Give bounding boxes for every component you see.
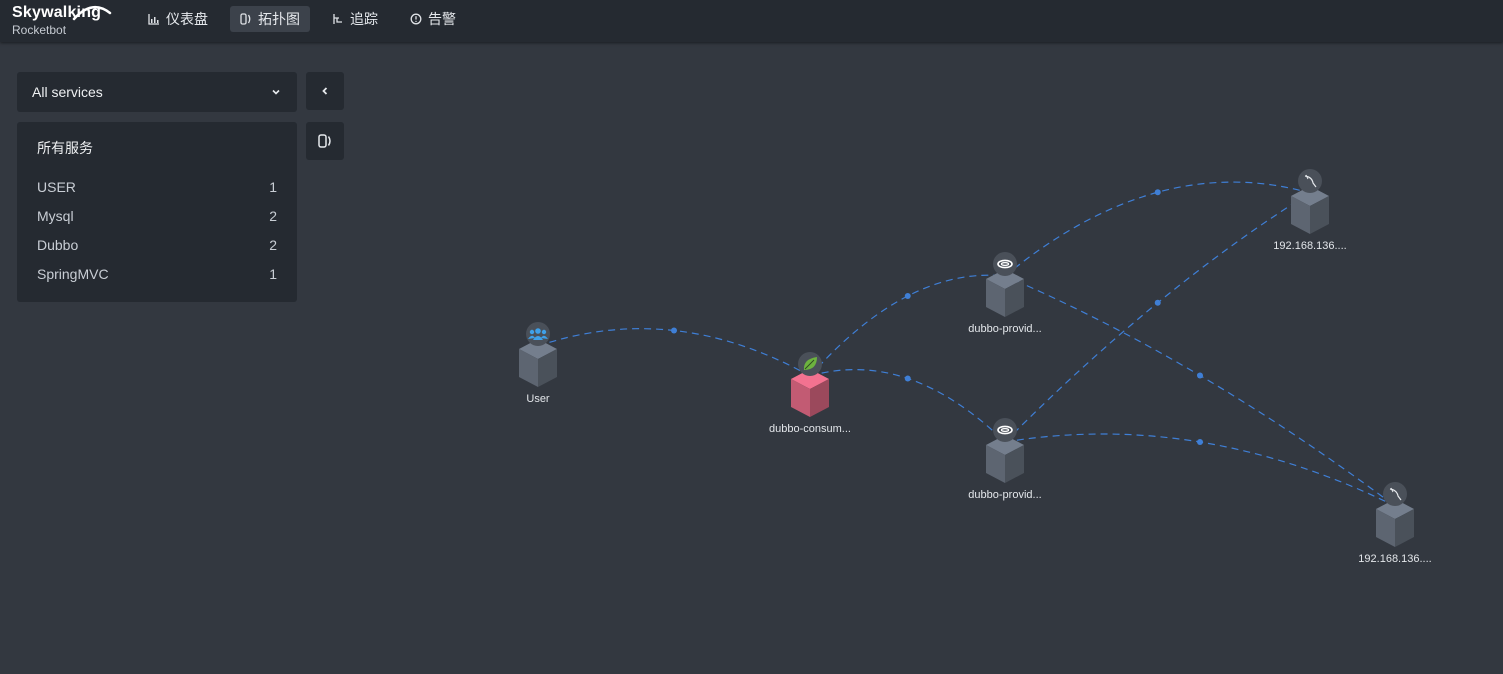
service-count: 2 — [269, 208, 277, 224]
alarm-icon — [410, 13, 422, 25]
nav-trace-label: 追踪 — [350, 11, 378, 27]
node-cube[interactable] — [791, 369, 829, 417]
spring-icon — [803, 357, 817, 370]
nav-dashboard[interactable]: 仪表盘 — [138, 6, 218, 32]
dubbo-icon — [997, 425, 1013, 435]
mysql-icon — [1304, 174, 1317, 188]
services-panel: 所有服务 USER 1 Mysql 2 Dubbo 2 SpringMVC 1 — [17, 122, 297, 302]
logo-subtitle: Rocketbot — [12, 23, 67, 37]
topology-node-provider1[interactable]: dubbo-provid... — [968, 252, 1042, 335]
dubbo-icon-badge — [993, 252, 1017, 276]
service-row-springmvc[interactable]: SpringMVC 1 — [37, 265, 277, 294]
node-label: dubbo-consum... — [769, 423, 851, 435]
nav-trace[interactable]: 追踪 — [322, 6, 388, 32]
topology-edge[interactable] — [809, 369, 1006, 443]
edge-midpoint-dot[interactable] — [1197, 372, 1203, 379]
topology-icon — [318, 134, 331, 148]
trace-icon — [332, 13, 344, 25]
chevron-down-icon — [272, 89, 280, 95]
node-cube[interactable] — [986, 269, 1024, 317]
service-row-mysql[interactable]: Mysql 2 — [37, 207, 277, 236]
topology-node-consumer[interactable]: dubbo-consum... — [769, 352, 851, 435]
service-name: Dubbo — [37, 237, 79, 253]
node-cube[interactable] — [1376, 499, 1414, 547]
nav-topology[interactable]: 拓扑图 — [230, 6, 310, 32]
node-label: dubbo-provid... — [968, 489, 1041, 501]
node-cube[interactable] — [519, 339, 557, 387]
mysql-icon-badge — [1383, 482, 1407, 506]
topology-edge[interactable] — [1004, 181, 1311, 277]
topology-node-provider2[interactable]: dubbo-provid... — [968, 418, 1042, 501]
edge-midpoint-dot[interactable] — [904, 375, 911, 382]
topology-edge[interactable] — [1004, 275, 1396, 507]
nav-alarm[interactable]: 告警 — [400, 6, 466, 32]
topology-edge[interactable] — [1004, 433, 1396, 507]
dubbo-icon — [997, 259, 1013, 269]
topology-view-button[interactable] — [306, 122, 344, 160]
node-label: 192.168.136.... — [1273, 240, 1346, 252]
service-count: 1 — [269, 179, 277, 195]
logo-arc-icon — [72, 6, 112, 21]
top-nav-bar: Skywalking Rocketbot 仪表盘 拓扑图 追踪 告警 — [0, 0, 1503, 42]
node-cube[interactable] — [1291, 186, 1329, 234]
service-name: USER — [37, 179, 76, 195]
nav-dashboard-label: 仪表盘 — [166, 11, 208, 27]
mysql-icon-badge — [1298, 169, 1322, 193]
topology-icon — [240, 13, 252, 25]
service-name: SpringMVC — [37, 266, 109, 282]
edge-midpoint-dot[interactable] — [1154, 299, 1161, 306]
service-name: Mysql — [37, 208, 74, 224]
service-row-dubbo[interactable]: Dubbo 2 — [37, 236, 277, 265]
topology-node-mysql2[interactable]: 192.168.136.... — [1358, 482, 1432, 565]
services-panel-title: 所有服务 — [37, 140, 93, 156]
collapse-panel-button[interactable] — [306, 72, 344, 110]
node-label: User — [526, 393, 550, 405]
nav-topology-label: 拓扑图 — [258, 11, 300, 27]
chart-icon — [148, 13, 160, 25]
users-icon — [528, 328, 548, 340]
users-icon-badge — [526, 322, 550, 346]
service-row-user[interactable]: USER 1 — [37, 178, 277, 207]
service-count: 1 — [269, 266, 277, 282]
edge-midpoint-dot[interactable] — [1154, 189, 1161, 196]
node-label: dubbo-provid... — [968, 323, 1041, 335]
edge-midpoint-dot[interactable] — [904, 293, 911, 299]
spring-icon-badge — [798, 352, 822, 376]
mysql-icon — [1389, 487, 1402, 501]
topology-node-mysql1[interactable]: 192.168.136.... — [1273, 169, 1347, 252]
service-count: 2 — [269, 237, 277, 253]
topology-edge[interactable] — [537, 328, 811, 377]
topology-edge[interactable] — [1004, 192, 1311, 443]
service-select[interactable]: All services — [17, 72, 297, 112]
edge-midpoint-dot[interactable] — [671, 327, 677, 334]
node-label: 192.168.136.... — [1358, 553, 1431, 565]
node-cube[interactable] — [986, 435, 1024, 483]
topology-edge[interactable] — [809, 274, 1006, 377]
topology-node-user[interactable]: User — [519, 322, 557, 405]
logo[interactable]: Skywalking Rocketbot — [12, 4, 112, 37]
edge-midpoint-dot[interactable] — [1197, 439, 1203, 445]
chevron-left-icon — [322, 87, 328, 95]
service-select-value: All services — [32, 84, 103, 100]
nav-alarm-label: 告警 — [428, 11, 456, 27]
dubbo-icon-badge — [993, 418, 1017, 442]
main-nav: 仪表盘 拓扑图 追踪 告警 — [138, 6, 478, 32]
